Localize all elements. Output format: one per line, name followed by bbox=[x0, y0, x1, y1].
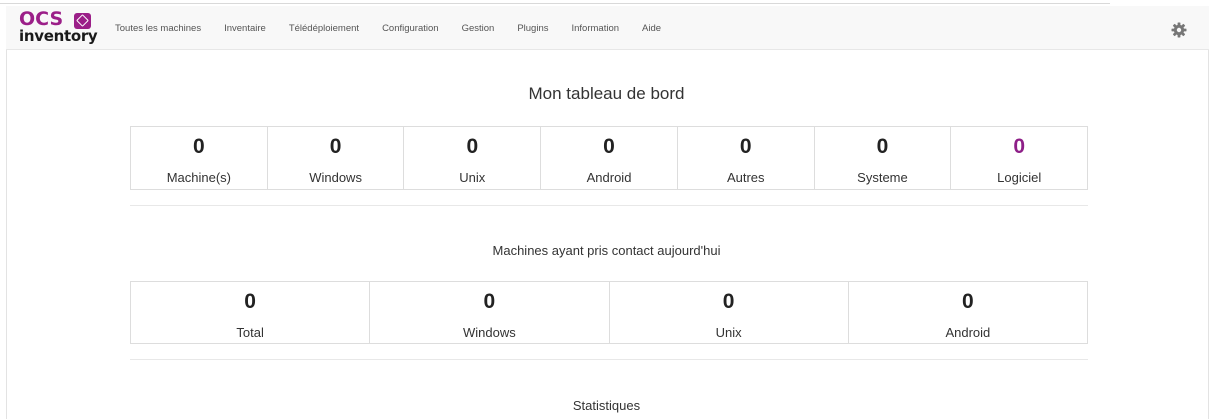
counter-windows[interactable]: 0 Windows bbox=[268, 127, 405, 189]
nav-aide[interactable]: Aide bbox=[642, 23, 661, 34]
dashboard-counters: 0 Machine(s) 0 Windows 0 Unix 0 Android … bbox=[130, 126, 1088, 190]
ocs-inventory-logo[interactable]: OCS inventory bbox=[19, 8, 99, 48]
statistics-title: Statistiques bbox=[572, 398, 641, 413]
page-title: Mon tableau de bord bbox=[528, 84, 685, 103]
counter-value: 0 bbox=[329, 135, 342, 158]
counter-value: 0 bbox=[603, 135, 615, 158]
counter-value: 0 bbox=[962, 290, 974, 313]
counter-label: Unix bbox=[715, 325, 742, 340]
counter-machines[interactable]: 0 Machine(s) bbox=[131, 127, 268, 189]
counter-label: Android bbox=[945, 325, 991, 340]
nav-toutes-les-machines[interactable]: Toutes les machines bbox=[115, 23, 201, 34]
top-rule bbox=[0, 3, 1110, 4]
counter-value: 0 bbox=[722, 290, 735, 313]
page-frame bbox=[6, 6, 1209, 419]
counter-autres[interactable]: 0 Autres bbox=[678, 127, 815, 189]
counter-label: Windows bbox=[463, 325, 516, 340]
counter-label: Windows bbox=[309, 170, 362, 185]
counter-label: Android bbox=[586, 170, 632, 185]
main-menu: Toutes les machines Inventaire Télédéplo… bbox=[115, 6, 684, 50]
counter-value: 0 bbox=[739, 135, 752, 158]
logo-inventory-text: inventory bbox=[19, 27, 98, 45]
counter-unix[interactable]: 0 Unix bbox=[404, 127, 542, 189]
counter-label: Autres bbox=[726, 170, 765, 185]
nav-configuration[interactable]: Configuration bbox=[382, 23, 439, 34]
counter-label: Total bbox=[236, 325, 264, 340]
nav-inventaire[interactable]: Inventaire bbox=[224, 23, 266, 34]
contact-today-counters: 0 Total 0 Windows 0 Unix 0 Android bbox=[130, 281, 1088, 344]
nav-plugins[interactable]: Plugins bbox=[517, 23, 548, 34]
contact-counter-total[interactable]: 0 Total bbox=[131, 282, 371, 343]
counter-android[interactable]: 0 Android bbox=[541, 127, 678, 189]
counter-label: Logiciel bbox=[997, 170, 1042, 185]
counter-value: 0 bbox=[244, 290, 256, 313]
contact-counter-windows[interactable]: 0 Windows bbox=[370, 282, 610, 343]
counter-value: 0 bbox=[483, 290, 496, 313]
contact-counter-android[interactable]: 0 Android bbox=[849, 282, 1087, 343]
contact-counter-unix[interactable]: 0 Unix bbox=[610, 282, 849, 343]
counter-value: 0 bbox=[466, 135, 479, 158]
nav-teledeploiement[interactable]: Télédéploiement bbox=[289, 23, 359, 34]
counter-value: 0 bbox=[876, 135, 889, 158]
counter-label: Machine(s) bbox=[166, 170, 231, 185]
logo-ocs-text: OCS bbox=[19, 8, 64, 30]
gear-icon[interactable] bbox=[1171, 22, 1187, 38]
section-divider bbox=[130, 205, 1088, 206]
nav-information[interactable]: Information bbox=[572, 23, 620, 34]
contact-today-title: Machines ayant pris contact aujourd'hui bbox=[492, 243, 721, 258]
counter-label: Unix bbox=[459, 170, 486, 185]
counter-label: Systeme bbox=[857, 170, 908, 185]
counter-logiciel[interactable]: 0 Logiciel bbox=[951, 127, 1087, 189]
section-divider bbox=[130, 359, 1088, 360]
nav-gestion[interactable]: Gestion bbox=[462, 23, 495, 34]
counter-systeme[interactable]: 0 Systeme bbox=[815, 127, 952, 189]
navbar: OCS inventory Toutes les machines Invent… bbox=[6, 6, 1209, 50]
counter-value: 0 bbox=[193, 135, 205, 158]
counter-value: 0 bbox=[1013, 135, 1026, 158]
